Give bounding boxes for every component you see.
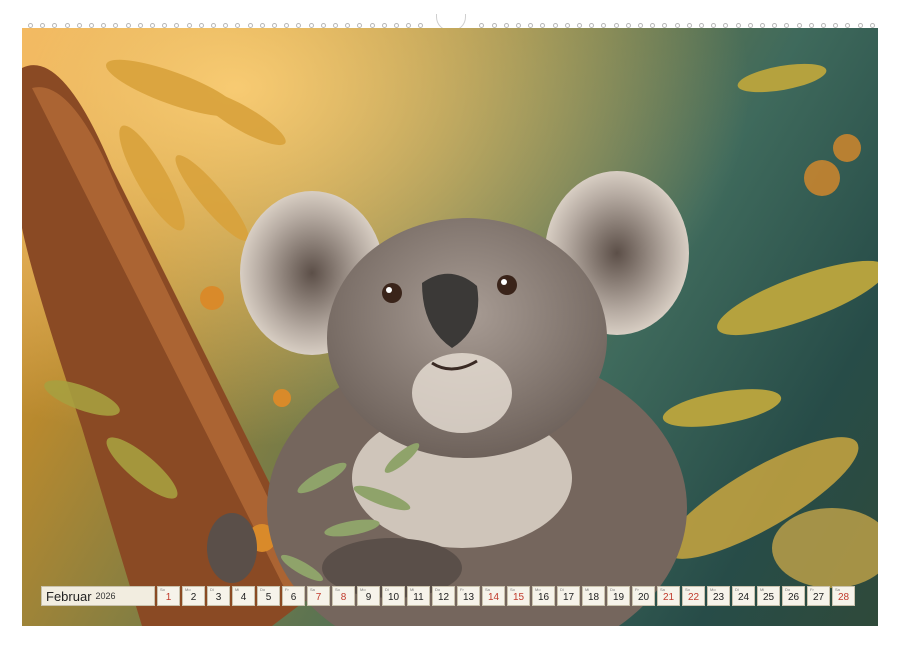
day-cell: Do 26 [782,586,805,606]
day-number: 23 [712,592,725,603]
day-cell: Do 19 [607,586,630,606]
day-cell: Fr 20 [632,586,655,606]
day-cell: Mi 4 [232,586,255,606]
day-number: 5 [265,592,272,603]
day-number: 18 [587,592,600,603]
day-number: 25 [762,592,775,603]
month-name: Februar [46,588,92,604]
day-number: 20 [637,592,650,603]
day-cell: Di 17 [557,586,580,606]
year-label: 2026 [95,591,116,601]
koala-photo [22,28,878,626]
day-number: 6 [290,592,297,603]
day-cell: Sa 14 [482,586,505,606]
day-number: 10 [387,592,400,603]
day-number: 15 [512,592,525,603]
day-cell: Mi 11 [407,586,430,606]
day-cell: Mo 23 [707,586,730,606]
day-number: 21 [662,592,675,603]
day-cell: Do 5 [257,586,280,606]
day-number: 7 [315,592,322,603]
day-cell: Do 12 [432,586,455,606]
day-cell: Mo 9 [357,586,380,606]
day-cell: Sa 7 [307,586,330,606]
day-cell: So 8 [332,586,355,606]
day-cell: Mo 2 [182,586,205,606]
day-cell: Fr 27 [807,586,830,606]
day-number: 8 [340,592,347,603]
day-cell: Mo 16 [532,586,555,606]
day-number: 12 [437,592,450,603]
day-cell: Sa 21 [657,586,680,606]
koala-illustration [22,28,878,626]
day-cell: Fr 13 [457,586,480,606]
koala-right-eye [497,275,517,295]
day-number: 4 [240,592,247,603]
day-cell: So 1 [157,586,180,606]
day-cells: So 1 Mo 2 Di 3 Mi 4 Do 5 Fr 6 Sa 7 So 8 Mo 9 Di 10 Mi 11 Do 12 F… [157,586,857,606]
koala-left-eye [382,283,402,303]
day-number: 9 [365,592,372,603]
day-cell: Mi 18 [582,586,605,606]
day-cell: Di 10 [382,586,405,606]
day-number: 11 [413,592,424,603]
day-number: 13 [462,592,475,603]
day-cell: Fr 6 [282,586,305,606]
day-cell: Di 24 [732,586,755,606]
day-number: 28 [837,592,850,603]
calendar-page: Februar 2026 So 1 Mo 2 Di 3 Mi 4 Do 5 Fr 6 Sa 7 So 8 Mo 9… [0,0,899,648]
day-number: 19 [612,592,625,603]
day-number: 14 [487,592,500,603]
day-number: 16 [537,592,550,603]
day-number: 22 [687,592,700,603]
day-number: 27 [812,592,825,603]
day-number: 2 [190,592,197,603]
day-number: 24 [737,592,750,603]
day-cell: So 15 [507,586,530,606]
day-number: 3 [215,592,222,603]
day-number: 26 [787,592,800,603]
day-number: 17 [562,592,575,603]
day-cell: Sa 28 [832,586,855,606]
day-cell: So 22 [682,586,705,606]
calendar-bar: Februar 2026 So 1 Mo 2 Di 3 Mi 4 Do 5 Fr 6 Sa 7 So 8 Mo 9… [41,586,857,606]
day-cell: Mi 25 [757,586,780,606]
day-cell: Di 3 [207,586,230,606]
day-number: 1 [165,592,172,603]
month-label: Februar 2026 [41,586,155,606]
